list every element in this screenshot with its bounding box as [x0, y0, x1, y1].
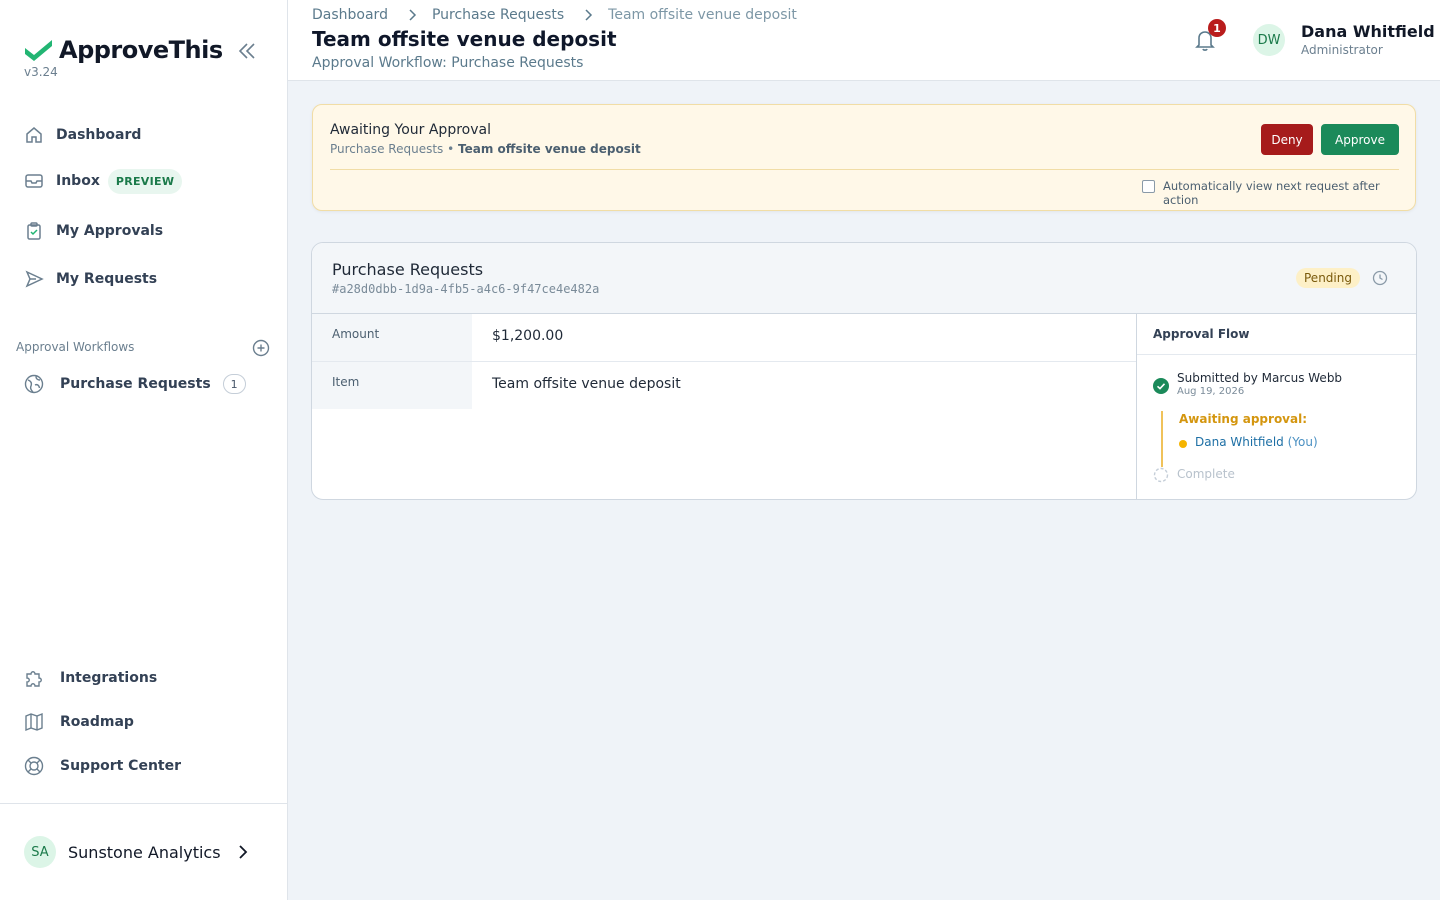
chevron-right-icon [585, 9, 593, 21]
field-row-amount: Amount $1,200.00 [312, 314, 1136, 362]
clipboard-check-icon [27, 222, 41, 240]
org-name: Sunstone Analytics [68, 842, 221, 862]
sidebar-item-integrations[interactable]: Integrations [24, 664, 157, 692]
sidebar: ApproveThis v3.24 Dashboard Inbox PREVIE… [0, 0, 288, 900]
org-switcher[interactable]: SA Sunstone Analytics [24, 836, 251, 868]
chevron-right-icon [409, 9, 417, 21]
approval-flow-panel: Approval Flow Submitted by Marcus Webb A… [1136, 314, 1416, 499]
globe-icon [24, 374, 44, 394]
field-value: Team offsite venue deposit [492, 376, 681, 392]
page-title: Team offsite venue deposit [312, 27, 617, 51]
auto-next-label[interactable]: Automatically view next request after ac… [1163, 179, 1415, 207]
app-version: v3.24 [24, 65, 58, 79]
org-avatar: SA [24, 836, 56, 868]
sidebar-item-label: Inbox [56, 173, 100, 189]
sidebar-item-label: Purchase Requests [60, 376, 211, 392]
approval-flow-heading: Approval Flow [1137, 314, 1416, 355]
breadcrumb-dashboard[interactable]: Dashboard [312, 7, 388, 23]
map-icon [25, 712, 43, 732]
sidebar-item-label: Dashboard [56, 127, 142, 143]
banner-divider [330, 169, 1399, 170]
workflows-section-label: Approval Workflows [16, 340, 135, 354]
request-workflow-title: Purchase Requests [332, 260, 484, 279]
page-subtitle: Approval Workflow: Purchase Requests [312, 55, 584, 71]
flow-submitted-date: Aug 19, 2026 [1177, 386, 1245, 397]
sidebar-divider [0, 803, 288, 804]
puzzle-icon [26, 671, 42, 687]
flow-awaiting-label: Awaiting approval: [1179, 412, 1308, 426]
sidebar-item-support-center[interactable]: Support Center [24, 752, 181, 780]
inbox-icon [25, 174, 43, 188]
banner-workflow: Purchase Requests [330, 142, 444, 156]
lifebuoy-icon [24, 756, 44, 776]
breadcrumb-purchase-requests[interactable]: Purchase Requests [432, 7, 564, 23]
request-id: #a28d0dbb-1d9a-4fb5-a4c6-9f47ce4e482a [332, 282, 600, 296]
approve-button[interactable]: Approve [1321, 124, 1399, 155]
notification-count-badge: 1 [1208, 19, 1226, 37]
banner-context: Purchase Requests • Team offsite venue d… [330, 142, 641, 156]
preview-badge: PREVIEW [107, 168, 183, 194]
field-row-item: Item Team offsite venue deposit [312, 362, 1136, 410]
sidebar-item-label: Integrations [60, 670, 158, 686]
approval-banner: Awaiting Your Approval Purchase Requests… [312, 104, 1416, 211]
flow-complete-label: Complete [1177, 467, 1235, 481]
chevron-right-icon [238, 845, 247, 859]
brand[interactable]: ApproveThis [24, 36, 223, 64]
request-card: Purchase Requests #a28d0dbb-1d9a-4fb5-a4… [311, 242, 1417, 500]
sidebar-item-my-requests[interactable]: My Requests [24, 265, 157, 293]
banner-request-name: Team offsite venue deposit [458, 142, 641, 156]
sidebar-item-purchase-requests[interactable]: Purchase Requests 1 [24, 370, 246, 398]
dashed-circle-icon [1153, 467, 1169, 483]
sidebar-item-my-approvals[interactable]: My Approvals [24, 217, 163, 245]
clock-history-icon[interactable] [1372, 270, 1388, 286]
flow-approver-name: Dana Whitfield [1195, 435, 1284, 449]
user-avatar[interactable]: DW [1253, 24, 1285, 56]
sidebar-item-label: My Approvals [56, 223, 164, 239]
request-card-header: Purchase Requests #a28d0dbb-1d9a-4fb5-a4… [312, 243, 1416, 314]
workflow-count-badge: 1 [222, 374, 246, 394]
field-key: Amount [312, 314, 472, 361]
flow-approver-you: (You) [1287, 435, 1318, 449]
home-icon [26, 127, 42, 143]
breadcrumb: Dashboard Purchase Requests Team offsite… [312, 7, 797, 23]
logo-checkmark-icon [25, 40, 52, 61]
app-name: ApproveThis [59, 36, 223, 64]
sidebar-item-label: Roadmap [60, 714, 134, 730]
field-key: Item [312, 362, 472, 409]
sidebar-item-roadmap[interactable]: Roadmap [24, 708, 134, 736]
collapse-sidebar-icon[interactable] [236, 40, 258, 62]
banner-separator: • [443, 142, 459, 156]
deny-button[interactable]: Deny [1261, 124, 1313, 155]
user-role: Administrator [1301, 43, 1383, 57]
sidebar-item-label: Support Center [60, 758, 182, 774]
sidebar-item-dashboard[interactable]: Dashboard [24, 121, 141, 149]
sidebar-item-inbox[interactable]: Inbox PREVIEW [24, 167, 183, 195]
flow-connector [1161, 411, 1163, 467]
check-circle-icon [1153, 378, 1169, 394]
status-badge: Pending [1296, 268, 1360, 288]
flow-submitted: Submitted by Marcus Webb [1177, 371, 1343, 385]
field-value: $1,200.00 [492, 328, 564, 344]
send-icon [25, 270, 44, 288]
add-workflow-icon[interactable] [252, 339, 270, 357]
sidebar-item-label: My Requests [56, 271, 158, 287]
auto-next-checkbox[interactable] [1142, 180, 1155, 193]
page-header: Dashboard Purchase Requests Team offsite… [288, 0, 1440, 81]
breadcrumb-current: Team offsite venue deposit [608, 7, 797, 23]
flow-approver[interactable]: Dana Whitfield (You) [1195, 435, 1318, 449]
pending-dot [1179, 440, 1187, 448]
banner-title: Awaiting Your Approval [330, 122, 491, 138]
user-name: Dana Whitfield [1301, 22, 1435, 41]
